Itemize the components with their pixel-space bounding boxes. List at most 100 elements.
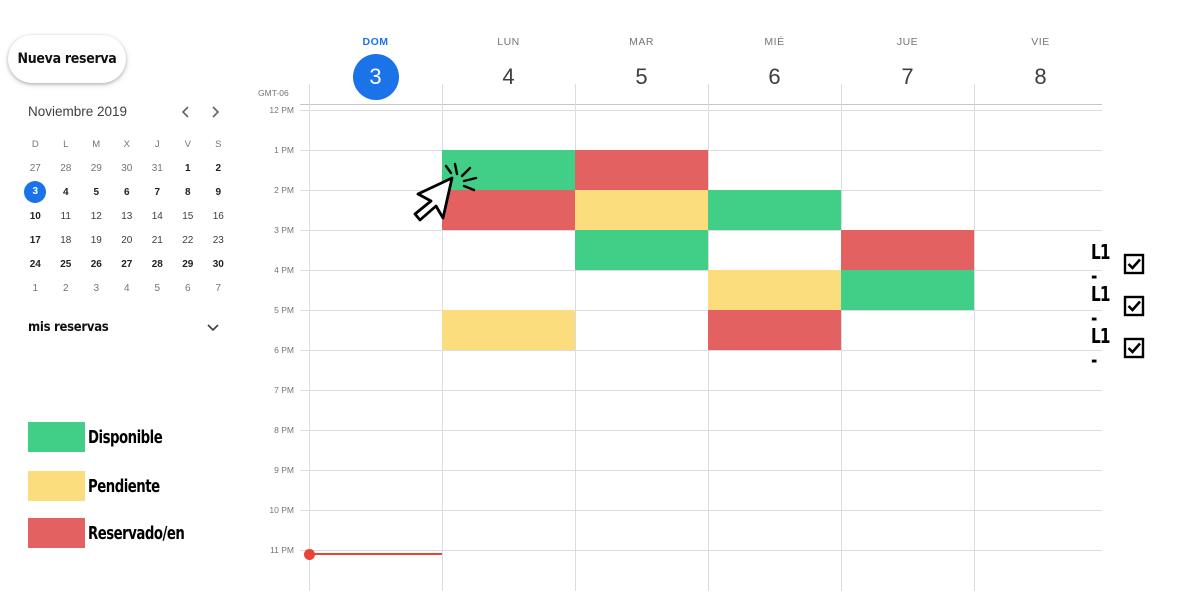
mini-calendar-day-number: 13: [121, 210, 133, 222]
my-reservations-label[interactable]: mis reservas: [28, 320, 109, 335]
mini-calendar-day[interactable]: 31: [142, 163, 173, 174]
slot-pendiente[interactable]: [708, 270, 841, 310]
mini-calendar-day[interactable]: 29: [81, 163, 112, 174]
legend-label: Pendiente: [88, 475, 160, 497]
checkbox-checked-icon[interactable]: [1123, 253, 1145, 275]
slot-pendiente[interactable]: [575, 190, 708, 230]
slot-pendiente[interactable]: [442, 310, 575, 350]
slot-disponible[interactable]: [841, 270, 974, 310]
l1-marker[interactable]: L1 -: [1091, 324, 1145, 372]
mini-calendar-day[interactable]: 29: [173, 259, 204, 270]
hour-gridline: [300, 350, 1102, 351]
mini-calendar-day[interactable]: 5: [142, 283, 173, 294]
mini-calendar-day[interactable]: 2: [203, 163, 234, 174]
checkbox-checked-icon[interactable]: [1123, 337, 1145, 359]
mini-calendar-day[interactable]: 4: [51, 187, 82, 198]
slot-disponible[interactable]: [575, 230, 708, 270]
slot-disponible[interactable]: [708, 190, 841, 230]
mini-calendar-day[interactable]: 7: [142, 187, 173, 198]
legend-item-disponible: Disponible: [28, 422, 179, 452]
mini-calendar-day-number: 4: [123, 282, 130, 294]
mini-calendar-day[interactable]: 9: [203, 187, 234, 198]
day-column-header[interactable]: MAR 5: [575, 36, 708, 100]
mini-calendar-day[interactable]: 16: [203, 211, 234, 222]
chevron-left-icon[interactable]: [175, 101, 197, 123]
mini-calendar-day[interactable]: 28: [51, 163, 82, 174]
mini-calendar-day[interactable]: 4: [112, 283, 143, 294]
day-column-header[interactable]: JUE 7: [841, 36, 974, 100]
mini-calendar-day[interactable]: 6: [112, 187, 143, 198]
mini-calendar-day[interactable]: 11: [51, 211, 82, 222]
mini-calendar-day[interactable]: 15: [173, 211, 204, 222]
mini-calendar-day[interactable]: 27: [20, 163, 51, 174]
mini-calendar-day[interactable]: 23: [203, 235, 234, 246]
header-divider: [300, 104, 1102, 105]
mini-calendar-day[interactable]: 1: [20, 283, 51, 294]
mini-calendar-day-number: 8: [184, 186, 191, 198]
mini-calendar-day-number: 17: [29, 234, 41, 246]
day-column-header[interactable]: VIE 8: [974, 36, 1107, 100]
hour-gridline: [300, 270, 1102, 271]
mini-calendar-day[interactable]: 3: [20, 181, 51, 203]
slot-reservado[interactable]: [708, 310, 841, 350]
mini-calendar-day-number: 28: [151, 258, 163, 270]
mini-calendar-day[interactable]: 17: [20, 235, 51, 246]
mini-calendar-day[interactable]: 19: [81, 235, 112, 246]
mini-calendar-day-number: 1: [32, 282, 39, 294]
mini-calendar-day-number: 29: [182, 258, 194, 270]
mini-calendar-day[interactable]: 24: [20, 259, 51, 270]
day-of-week-label: JUE: [896, 36, 919, 48]
mini-calendar-day[interactable]: 22: [173, 235, 204, 246]
mini-calendar-day[interactable]: 5: [81, 187, 112, 198]
date-number[interactable]: 7: [885, 54, 931, 100]
checkbox-checked-icon[interactable]: [1123, 295, 1145, 317]
mini-calendar-day[interactable]: 2: [51, 283, 82, 294]
l1-marker[interactable]: L1 -: [1091, 282, 1145, 330]
legend-item-reservado: Reservado/en: [28, 518, 206, 548]
mini-calendar-day[interactable]: 20: [112, 235, 143, 246]
mini-calendar-day[interactable]: 27: [112, 259, 143, 270]
date-number[interactable]: 4: [486, 54, 532, 100]
mini-calendar-day[interactable]: 30: [112, 163, 143, 174]
mini-calendar-week: 24 25 26 27 28 29 30: [20, 252, 234, 276]
mini-calendar-day[interactable]: 3: [81, 283, 112, 294]
chevron-down-icon[interactable]: [204, 318, 222, 336]
mini-calendar-day[interactable]: 8: [173, 187, 204, 198]
mini-calendar-day[interactable]: 26: [81, 259, 112, 270]
new-reservation-button[interactable]: Nueva reserva: [8, 35, 126, 83]
mini-calendar-day-number: 23: [212, 234, 224, 246]
legend-swatch-disponible: [28, 422, 85, 452]
l1-marker[interactable]: L1 -: [1091, 240, 1145, 288]
mini-calendar-day[interactable]: 30: [203, 259, 234, 270]
mini-calendar-day[interactable]: 10: [20, 211, 51, 222]
date-number[interactable]: 6: [752, 54, 798, 100]
mini-calendar-day-number: 21: [151, 234, 163, 246]
day-column-header[interactable]: LUN 4: [442, 36, 575, 100]
hour-label: 4 PM: [274, 265, 294, 275]
mini-calendar-day[interactable]: 12: [81, 211, 112, 222]
mini-calendar-week: 27 28 29 30 31 1 2: [20, 156, 234, 180]
date-number[interactable]: 5: [619, 54, 665, 100]
mini-calendar-day[interactable]: 7: [203, 283, 234, 294]
mini-calendar-day[interactable]: 6: [173, 283, 204, 294]
mini-calendar-day[interactable]: 1: [173, 163, 204, 174]
day-column-header[interactable]: MIÉ 6: [708, 36, 841, 100]
l1-label: L1 -: [1091, 282, 1111, 330]
mini-calendar-day-number: 9: [215, 186, 222, 198]
hour-label: 6 PM: [274, 345, 294, 355]
mini-calendar-day[interactable]: 13: [112, 211, 143, 222]
date-number[interactable]: 8: [1018, 54, 1064, 100]
slot-reservado[interactable]: [575, 150, 708, 190]
chevron-right-icon[interactable]: [204, 101, 226, 123]
mini-calendar-day[interactable]: 21: [142, 235, 173, 246]
slot-reservado[interactable]: [841, 230, 974, 270]
day-column-header[interactable]: DOM 3: [309, 36, 442, 100]
today-date-number[interactable]: 3: [352, 54, 399, 100]
mini-calendar-day[interactable]: 28: [142, 259, 173, 270]
mini-calendar-day[interactable]: 25: [51, 259, 82, 270]
mini-weekday-label: S: [215, 138, 222, 150]
day-of-week-label: LUN: [497, 36, 520, 48]
legend-label: Disponible: [88, 426, 163, 448]
mini-calendar-day[interactable]: 18: [51, 235, 82, 246]
mini-calendar-day[interactable]: 14: [142, 211, 173, 222]
